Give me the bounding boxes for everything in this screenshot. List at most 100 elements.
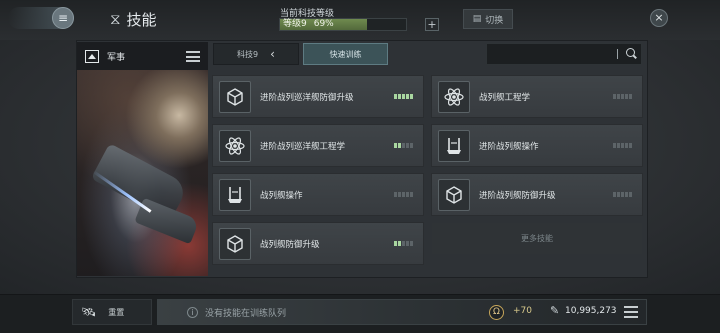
reset-label: 重置 (108, 307, 125, 317)
close-button[interactable]: × (650, 9, 668, 27)
skill-level-pip (394, 94, 397, 99)
skill-level-pip (406, 241, 409, 246)
skill-level-pip (406, 94, 409, 99)
skill-level-pip (629, 192, 632, 197)
skill-level-pips (394, 192, 413, 197)
training-queue-text: 没有技能在训练队列 (205, 309, 287, 319)
skill-level-pip (621, 143, 624, 148)
skill-level-pips (394, 241, 413, 246)
category-header[interactable]: 军事 (77, 42, 208, 70)
tab-fast-training-label: 快速训练 (329, 49, 362, 59)
skill-name: 进阶战列舰操作 (479, 141, 539, 152)
tab-tech-label: 科技9 (237, 49, 259, 59)
hamburger-icon: ≡ (52, 7, 74, 29)
category-column: 军事 (77, 42, 208, 276)
skill-level-pip (402, 143, 405, 148)
main-menu-button[interactable]: ≡ (8, 7, 74, 29)
reset-button[interactable]: 🛰 重置 (72, 299, 152, 325)
skill-name: 战列舰操作 (260, 190, 303, 201)
skill-level-pips (613, 143, 632, 148)
skill-name: 战列舰防御升级 (260, 239, 320, 250)
skill-level-pip (394, 192, 397, 197)
skill-level-pips (613, 192, 632, 197)
tab-fast-training[interactable]: 快速训练 (303, 43, 388, 65)
page-title: 技能 (126, 10, 157, 29)
skill-level-pip (402, 241, 405, 246)
skill-card[interactable]: 进阶战列巡洋舰工程学 (212, 124, 424, 167)
skill-level-pip (398, 94, 401, 99)
page-title-group: ⧖ 技能 (110, 9, 157, 29)
skill-card[interactable]: 战列舰工程学 (431, 75, 643, 118)
more-skills-button[interactable]: 更多技能 (432, 223, 642, 254)
skill-level-pip (394, 143, 397, 148)
switch-button[interactable]: ▤ 切换 (463, 9, 513, 29)
omega-icon: Ω (489, 305, 504, 320)
skill-level-pip (629, 94, 632, 99)
skill-point-icon: ✎ (550, 304, 560, 317)
search-input[interactable] (487, 44, 617, 64)
tech-level-text: 等级9 (283, 19, 307, 29)
skill-level-pip (617, 94, 620, 99)
skill-card[interactable]: 战列舰防御升级 (212, 222, 424, 265)
skill-level-pips (613, 94, 632, 99)
cube-icon (219, 80, 251, 113)
skill-level-pip (613, 143, 616, 148)
cube-icon (438, 178, 470, 211)
add-level-button[interactable]: + (425, 18, 439, 31)
skill-level-pip (625, 192, 628, 197)
skill-level-pip (398, 143, 401, 148)
skill-card[interactable]: 进阶战列舰防御升级 (431, 173, 643, 216)
skill-name: 进阶战列巡洋舰防御升级 (260, 92, 354, 103)
skill-level-pip (613, 94, 616, 99)
skill-level-pip (621, 94, 624, 99)
queue-list-icon[interactable] (624, 306, 638, 318)
category-menu-icon[interactable] (186, 51, 200, 62)
skill-name: 进阶战列舰防御升级 (479, 190, 556, 201)
skill-points-value: 10,995,273 (565, 306, 617, 316)
skill-card[interactable]: 进阶战列巡洋舰防御升级 (212, 75, 424, 118)
skill-level-pips (394, 94, 413, 99)
skill-name: 战列舰工程学 (479, 92, 531, 103)
skill-level-pip (625, 94, 628, 99)
skill-level-pips (394, 143, 413, 148)
grid-icon: ▤ (472, 14, 482, 24)
atom-icon (219, 129, 251, 162)
skill-level-pip (398, 192, 401, 197)
training-queue-bar[interactable]: i 没有技能在训练队列 Ω +70 ✎ 10,995,273 (157, 299, 647, 325)
skill-card[interactable]: 进阶战列舰操作 (431, 124, 643, 167)
search-divider (617, 49, 618, 59)
atom-icon (438, 80, 470, 113)
skill-level-pip (621, 192, 624, 197)
tech-level-percent: 69% (313, 19, 334, 29)
skill-level-pip (617, 192, 620, 197)
skill-level-pip (406, 143, 409, 148)
search-icon[interactable] (626, 48, 635, 57)
satellite-icon: 🛰 (81, 305, 97, 319)
switch-label: 切换 (485, 15, 504, 26)
skill-level-pip (625, 143, 628, 148)
skill-card[interactable]: 战列舰操作 (212, 173, 424, 216)
skill-level-pip (410, 241, 413, 246)
cube-icon (219, 227, 251, 260)
skill-level-pip (402, 94, 405, 99)
battleship-artwork (77, 70, 208, 276)
category-label: 军事 (107, 52, 126, 63)
military-icon (85, 49, 99, 63)
search-field[interactable] (486, 43, 642, 65)
ship-icon (219, 178, 251, 211)
skill-level-pip (398, 241, 401, 246)
omega-bonus: +70 (513, 306, 532, 316)
skill-level-pip (406, 192, 409, 197)
skill-name: 进阶战列巡洋舰工程学 (260, 141, 346, 152)
dna-icon: ⧖ (110, 10, 121, 28)
tab-tech-level[interactable]: 科技9 ‹ (213, 43, 299, 65)
info-icon: i (187, 307, 198, 318)
skill-level-pip (402, 192, 405, 197)
skill-level-pip (410, 94, 413, 99)
skill-level-pip (617, 143, 620, 148)
ship-icon (438, 129, 470, 162)
skill-level-pip (394, 241, 397, 246)
tech-level-progress: 等级9 69% (279, 18, 407, 31)
skill-level-pip (629, 143, 632, 148)
skill-level-pip (410, 143, 413, 148)
